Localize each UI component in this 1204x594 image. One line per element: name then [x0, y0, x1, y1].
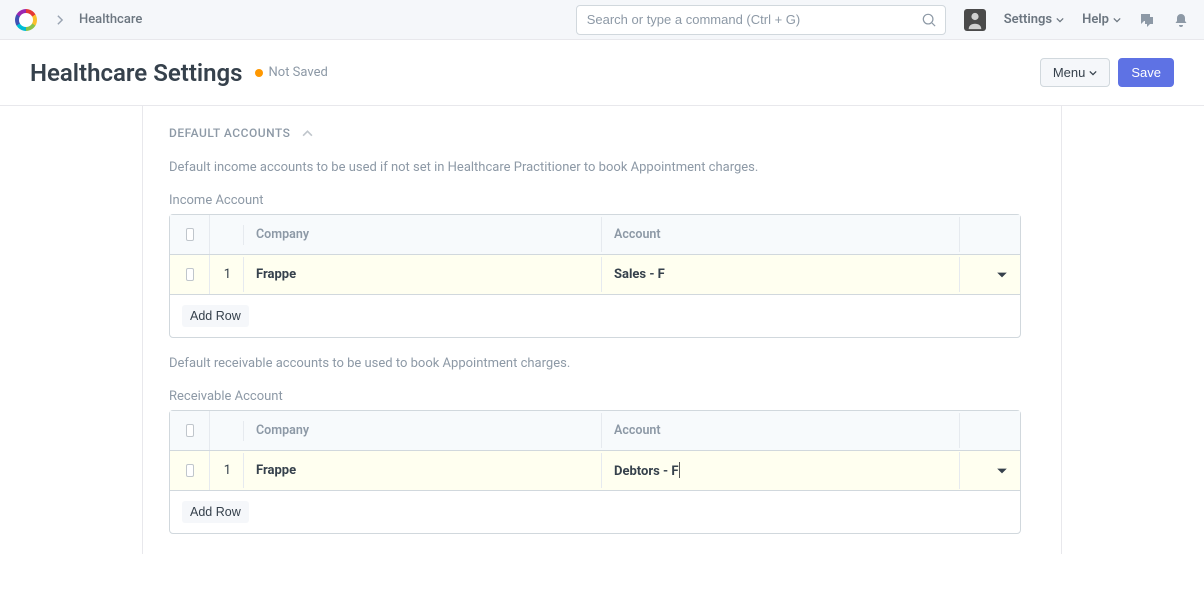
bell-icon[interactable] — [1173, 12, 1189, 28]
search-icon — [922, 13, 936, 27]
receivable-account-label: Receivable Account — [169, 389, 1021, 404]
status-dot-icon — [255, 69, 263, 77]
table-row[interactable]: 1 Frappe Sales - F — [170, 255, 1020, 295]
status-badge: Not Saved — [255, 65, 328, 80]
row-expand-icon[interactable] — [960, 455, 1020, 487]
page-header: Healthcare Settings Not Saved Menu Save — [0, 40, 1204, 106]
settings-menu-label: Settings — [1004, 12, 1052, 27]
row-checkbox[interactable] — [186, 268, 194, 281]
col-header-company: Company — [244, 413, 602, 448]
chevron-down-icon — [1056, 16, 1064, 24]
text-cursor-icon — [679, 462, 681, 478]
row-checkbox[interactable] — [186, 464, 194, 477]
status-label: Not Saved — [269, 65, 328, 80]
table-row[interactable]: 1 Frappe Debtors - F — [170, 451, 1020, 491]
page-title: Healthcare Settings — [30, 59, 243, 87]
chevron-down-icon — [1113, 16, 1121, 24]
navbar: Healthcare Settings Help — [0, 0, 1204, 40]
search-box — [576, 5, 946, 35]
col-header-account: Account — [602, 413, 960, 448]
row-company[interactable]: Frappe — [244, 453, 602, 488]
menu-button-label: Menu — [1053, 65, 1086, 80]
col-header-account: Account — [602, 217, 960, 252]
help-menu-label: Help — [1082, 12, 1109, 27]
save-button[interactable]: Save — [1118, 58, 1174, 87]
chevron-up-icon — [302, 128, 313, 139]
chevron-down-icon — [1089, 69, 1097, 77]
menu-button[interactable]: Menu — [1040, 58, 1111, 87]
chevron-right-icon — [55, 15, 65, 25]
breadcrumb-healthcare[interactable]: Healthcare — [79, 12, 142, 27]
add-row-button[interactable]: Add Row — [182, 501, 249, 523]
income-help-text: Default income accounts to be used if no… — [169, 160, 1021, 175]
receivable-account-grid: Company Account 1 Frappe Debtors - F Add… — [169, 410, 1021, 534]
help-menu[interactable]: Help — [1082, 12, 1121, 27]
receivable-help-text: Default receivable accounts to be used t… — [169, 356, 1021, 371]
receivable-header-checkbox[interactable] — [186, 424, 194, 437]
chat-icon[interactable] — [1139, 12, 1155, 28]
avatar[interactable] — [964, 9, 986, 31]
income-account-grid: Company Account 1 Frappe Sales - F Add R… — [169, 214, 1021, 338]
col-header-company: Company — [244, 217, 602, 252]
income-account-label: Income Account — [169, 193, 1021, 208]
section-default-accounts[interactable]: Default Accounts — [169, 126, 1021, 140]
add-row-button[interactable]: Add Row — [182, 305, 249, 327]
form-panel: Default Accounts Default income accounts… — [142, 106, 1062, 554]
row-expand-icon[interactable] — [960, 259, 1020, 291]
search-input[interactable] — [576, 5, 946, 35]
row-index: 1 — [210, 257, 244, 292]
settings-menu[interactable]: Settings — [1004, 12, 1064, 27]
row-index: 1 — [210, 453, 244, 488]
income-header-checkbox[interactable] — [186, 228, 194, 241]
app-logo-icon[interactable] — [15, 9, 37, 31]
section-title: Default Accounts — [169, 126, 290, 140]
row-account[interactable]: Sales - F — [602, 257, 960, 292]
row-company[interactable]: Frappe — [244, 257, 602, 292]
row-account[interactable]: Debtors - F — [602, 452, 960, 489]
